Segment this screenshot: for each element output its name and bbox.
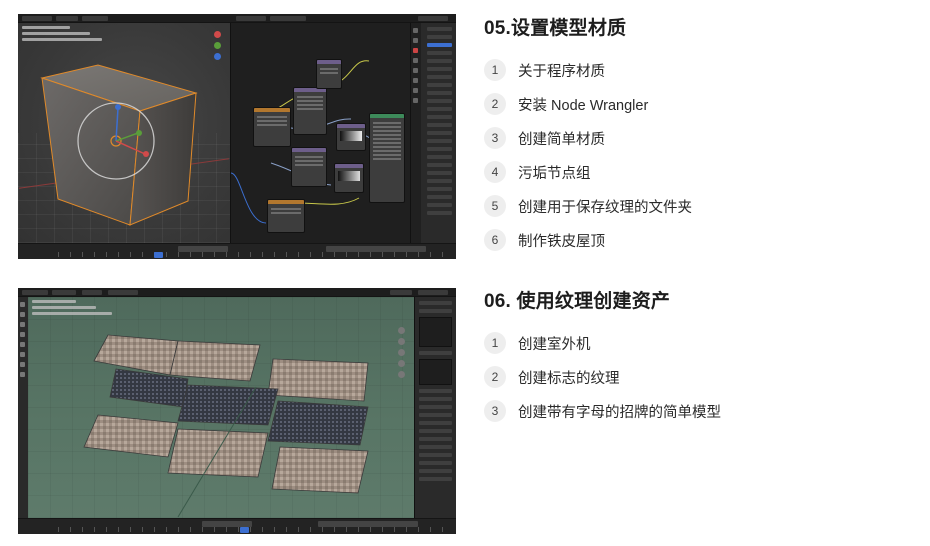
item-label: 创建标志的纹理	[518, 370, 620, 387]
item-label: 创建室外机	[518, 336, 591, 353]
color-ramp-node[interactable]	[291, 147, 327, 187]
3d-viewport[interactable]	[18, 23, 230, 243]
list-item[interactable]: 5 创建用于保存纹理的文件夹	[484, 195, 914, 217]
item-label: 安装 Node Wrangler	[518, 97, 649, 114]
principled-bsdf-node[interactable]	[369, 113, 405, 203]
toolbar-column[interactable]	[18, 297, 28, 518]
section-title: 05.设置模型材质	[484, 18, 627, 39]
list-item[interactable]: 4 污垢节点组	[484, 161, 914, 183]
properties-panel[interactable]	[410, 23, 456, 243]
item-label: 创建用于保存纹理的文件夹	[518, 199, 692, 216]
section-title: 06. 使用纹理创建资产	[484, 291, 671, 312]
item-label: 创建带有字母的招牌的简单模型	[518, 404, 721, 421]
timeline-bar[interactable]	[18, 518, 456, 534]
shader-node-editor[interactable]	[230, 23, 410, 243]
list-item[interactable]: 2 创建标志的纹理	[484, 366, 914, 388]
timeline-bar[interactable]	[18, 243, 456, 259]
asset-properties-panel[interactable]	[414, 297, 456, 518]
item-label: 制作铁皮屋顶	[518, 233, 605, 250]
list-item[interactable]: 1 创建室外机	[484, 332, 914, 354]
mix-node[interactable]	[293, 87, 327, 135]
list-item[interactable]: 2 安装 Node Wrangler	[484, 93, 914, 115]
section-materials: 05.设置模型材质 1 关于程序材质 2 安装 Node Wrangler 3 …	[484, 16, 914, 263]
item-number-badge: 6	[484, 229, 506, 251]
item-number-badge: 5	[484, 195, 506, 217]
blender-screenshot-assets	[18, 288, 456, 534]
blender-header-bar	[18, 14, 456, 23]
texture-node[interactable]	[253, 107, 291, 147]
list-item[interactable]: 6 制作铁皮屋顶	[484, 229, 914, 251]
lesson-list: 1 创建室外机 2 创建标志的纹理 3 创建带有字母的招牌的简单模型	[484, 332, 914, 422]
image-preview-node[interactable]	[336, 123, 366, 151]
noise-node[interactable]	[267, 199, 305, 233]
item-label: 关于程序材质	[518, 63, 605, 80]
item-number-badge: 1	[484, 59, 506, 81]
blender-screenshot-materials	[18, 14, 456, 259]
item-number-badge: 3	[484, 400, 506, 422]
blender-header-bar	[18, 288, 456, 297]
list-item[interactable]: 3 创建简单材质	[484, 127, 914, 149]
vector-node[interactable]	[316, 59, 342, 89]
item-number-badge: 2	[484, 93, 506, 115]
item-label: 创建简单材质	[518, 131, 605, 148]
item-number-badge: 1	[484, 332, 506, 354]
item-label: 污垢节点组	[518, 165, 591, 182]
list-item[interactable]: 3 创建带有字母的招牌的简单模型	[484, 400, 914, 422]
textured-cube[interactable]	[18, 23, 230, 243]
roof-panel-models[interactable]	[28, 297, 414, 518]
item-number-badge: 3	[484, 127, 506, 149]
lesson-list: 1 关于程序材质 2 安装 Node Wrangler 3 创建简单材质 4 污…	[484, 59, 914, 251]
item-number-badge: 2	[484, 366, 506, 388]
item-number-badge: 4	[484, 161, 506, 183]
list-item[interactable]: 1 关于程序材质	[484, 59, 914, 81]
bump-node[interactable]	[334, 163, 364, 193]
section-assets: 06. 使用纹理创建资产 1 创建室外机 2 创建标志的纹理 3 创建带有字母的…	[484, 289, 914, 434]
3d-viewport[interactable]	[28, 297, 414, 518]
